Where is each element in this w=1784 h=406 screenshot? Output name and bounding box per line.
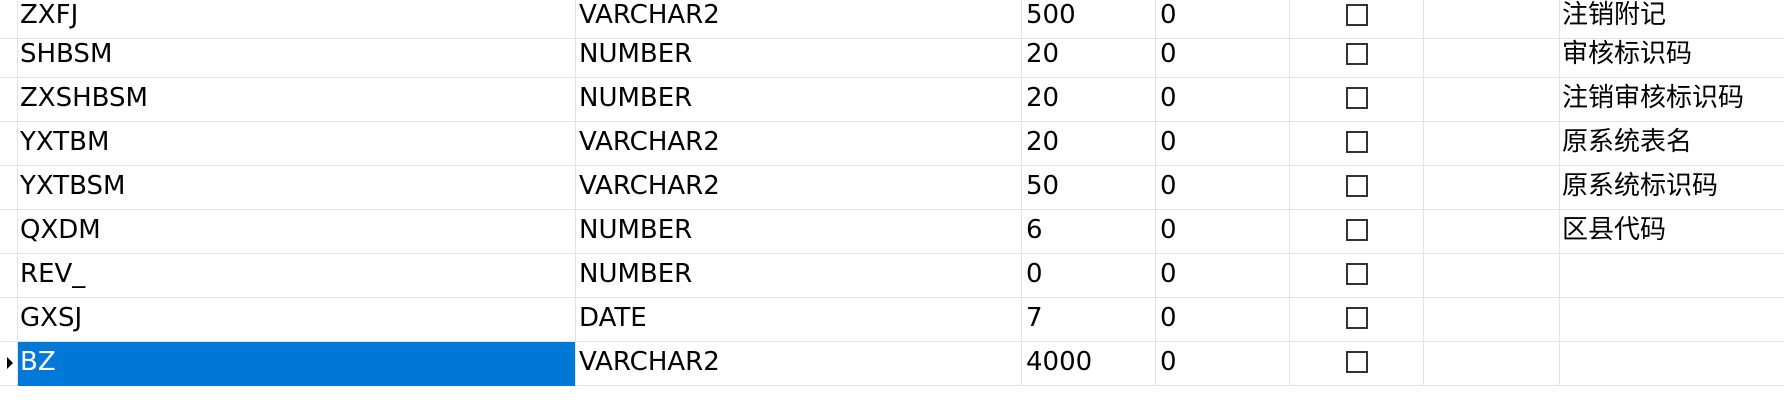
not-null-checkbox[interactable] bbox=[1346, 175, 1368, 197]
not-null-cell bbox=[1290, 78, 1424, 122]
not-null-checkbox[interactable] bbox=[1346, 43, 1368, 65]
spacer-cell bbox=[1424, 166, 1560, 210]
column-comment-cell[interactable]: 原系统表名 bbox=[1560, 122, 1784, 166]
column-type-cell[interactable]: DATE bbox=[576, 298, 1022, 342]
column-name-cell[interactable]: BZ bbox=[18, 342, 576, 386]
spacer-cell bbox=[1424, 78, 1560, 122]
spacer-cell bbox=[1424, 122, 1560, 166]
column-scale-cell[interactable]: 0 bbox=[1156, 34, 1290, 78]
row-indicator[interactable] bbox=[0, 210, 18, 254]
column-type-cell[interactable]: NUMBER bbox=[576, 254, 1022, 298]
not-null-checkbox[interactable] bbox=[1346, 4, 1368, 26]
column-length-cell[interactable]: 0 bbox=[1022, 254, 1156, 298]
not-null-checkbox[interactable] bbox=[1346, 87, 1368, 109]
current-row-arrow-icon bbox=[7, 357, 13, 369]
not-null-cell bbox=[1290, 342, 1424, 386]
not-null-checkbox[interactable] bbox=[1346, 351, 1368, 373]
table-row[interactable]: YXTBSM VARCHAR2 50 0 原系统标识码 bbox=[0, 166, 1784, 210]
table-row[interactable]: SHBSM NUMBER 20 0 审核标识码 bbox=[0, 34, 1784, 78]
row-indicator[interactable] bbox=[0, 254, 18, 298]
column-length-cell[interactable]: 6 bbox=[1022, 210, 1156, 254]
column-type-cell[interactable]: NUMBER bbox=[576, 210, 1022, 254]
column-length-cell[interactable]: 20 bbox=[1022, 122, 1156, 166]
not-null-cell bbox=[1290, 122, 1424, 166]
not-null-cell bbox=[1290, 254, 1424, 298]
spacer-cell bbox=[1424, 254, 1560, 298]
not-null-cell bbox=[1290, 166, 1424, 210]
columns-grid: ZXFJ VARCHAR2 500 0 注销附记 SHBSM NUMBER 20… bbox=[0, 0, 1784, 406]
column-type-cell[interactable]: VARCHAR2 bbox=[576, 166, 1022, 210]
column-length-cell[interactable]: 50 bbox=[1022, 166, 1156, 210]
table-row-selected[interactable]: BZ VARCHAR2 4000 0 bbox=[0, 342, 1784, 386]
not-null-checkbox[interactable] bbox=[1346, 307, 1368, 329]
column-name-cell[interactable]: SHBSM bbox=[18, 34, 576, 78]
not-null-cell bbox=[1290, 298, 1424, 342]
row-indicator[interactable] bbox=[0, 34, 18, 78]
column-name-cell[interactable]: QXDM bbox=[18, 210, 576, 254]
column-scale-cell[interactable]: 0 bbox=[1156, 166, 1290, 210]
column-scale-cell[interactable]: 0 bbox=[1156, 122, 1290, 166]
column-scale-cell[interactable]: 0 bbox=[1156, 298, 1290, 342]
not-null-cell bbox=[1290, 34, 1424, 78]
column-length-cell[interactable]: 20 bbox=[1022, 78, 1156, 122]
column-comment-cell[interactable]: 审核标识码 bbox=[1560, 34, 1784, 78]
table-row[interactable]: GXSJ DATE 7 0 bbox=[0, 298, 1784, 342]
column-type-cell[interactable]: VARCHAR2 bbox=[576, 342, 1022, 386]
row-indicator[interactable] bbox=[0, 122, 18, 166]
column-scale-cell[interactable]: 0 bbox=[1156, 254, 1290, 298]
table-row[interactable]: REV_ NUMBER 0 0 bbox=[0, 254, 1784, 298]
column-name-cell[interactable]: ZXSHBSM bbox=[18, 78, 576, 122]
column-comment-cell[interactable] bbox=[1560, 254, 1784, 298]
table-row[interactable]: YXTBM VARCHAR2 20 0 原系统表名 bbox=[0, 122, 1784, 166]
column-length-cell[interactable]: 4000 bbox=[1022, 342, 1156, 386]
column-scale-cell[interactable]: 0 bbox=[1156, 78, 1290, 122]
row-indicator[interactable] bbox=[0, 298, 18, 342]
column-name-cell[interactable]: YXTBM bbox=[18, 122, 576, 166]
column-name-cell[interactable]: REV_ bbox=[18, 254, 576, 298]
table-row[interactable]: ZXSHBSM NUMBER 20 0 注销审核标识码 bbox=[0, 78, 1784, 122]
row-indicator[interactable] bbox=[0, 166, 18, 210]
column-type-cell[interactable]: NUMBER bbox=[576, 34, 1022, 78]
row-indicator[interactable] bbox=[0, 342, 18, 386]
column-comment-cell[interactable] bbox=[1560, 342, 1784, 386]
column-comment-cell[interactable]: 原系统标识码 bbox=[1560, 166, 1784, 210]
column-comment-cell[interactable]: 区县代码 bbox=[1560, 210, 1784, 254]
column-name-cell[interactable]: YXTBSM bbox=[18, 166, 576, 210]
row-indicator[interactable] bbox=[0, 78, 18, 122]
spacer-cell bbox=[1424, 342, 1560, 386]
column-type-cell[interactable]: VARCHAR2 bbox=[576, 122, 1022, 166]
column-scale-cell[interactable]: 0 bbox=[1156, 342, 1290, 386]
spacer-cell bbox=[1424, 298, 1560, 342]
table-row[interactable]: QXDM NUMBER 6 0 区县代码 bbox=[0, 210, 1784, 254]
column-type-cell[interactable]: NUMBER bbox=[576, 78, 1022, 122]
column-name-cell[interactable]: GXSJ bbox=[18, 298, 576, 342]
spacer-cell bbox=[1424, 210, 1560, 254]
spacer-cell bbox=[1424, 34, 1560, 78]
column-comment-cell[interactable] bbox=[1560, 298, 1784, 342]
column-comment-cell[interactable]: 注销审核标识码 bbox=[1560, 78, 1784, 122]
not-null-checkbox[interactable] bbox=[1346, 219, 1368, 241]
column-scale-cell[interactable]: 0 bbox=[1156, 210, 1290, 254]
not-null-checkbox[interactable] bbox=[1346, 131, 1368, 153]
not-null-cell bbox=[1290, 210, 1424, 254]
not-null-checkbox[interactable] bbox=[1346, 263, 1368, 285]
column-length-cell[interactable]: 7 bbox=[1022, 298, 1156, 342]
column-length-cell[interactable]: 20 bbox=[1022, 34, 1156, 78]
